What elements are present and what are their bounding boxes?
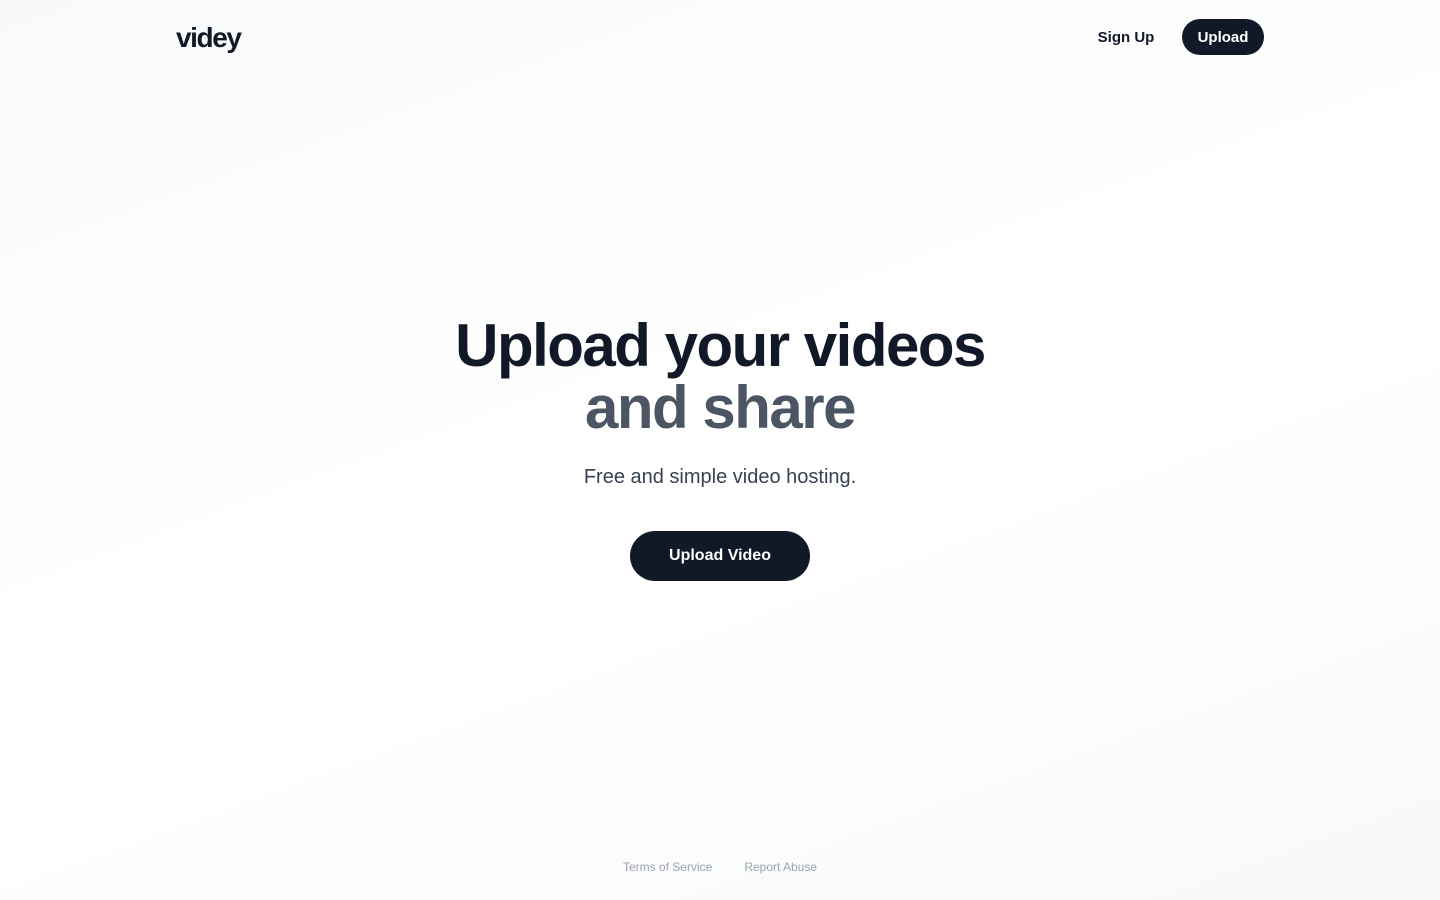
- sign-up-button[interactable]: Sign Up: [1084, 19, 1168, 55]
- site-header: videy Sign Up Upload: [0, 0, 1440, 74]
- headline-line-2: and share: [585, 374, 856, 441]
- report-abuse-link[interactable]: Report Abuse: [744, 858, 817, 876]
- upload-video-button[interactable]: Upload Video: [630, 531, 810, 581]
- hero-subtitle: Free and simple video hosting.: [583, 466, 857, 488]
- terms-of-service-link[interactable]: Terms of Service: [623, 858, 712, 876]
- logo[interactable]: videy: [176, 21, 242, 55]
- site-footer: Terms of Service Report Abuse: [0, 858, 1440, 876]
- hero-headline: Upload your videos and share: [0, 315, 1440, 439]
- upload-nav-button[interactable]: Upload: [1182, 19, 1264, 55]
- headline-line-1: Upload your videos: [455, 312, 986, 379]
